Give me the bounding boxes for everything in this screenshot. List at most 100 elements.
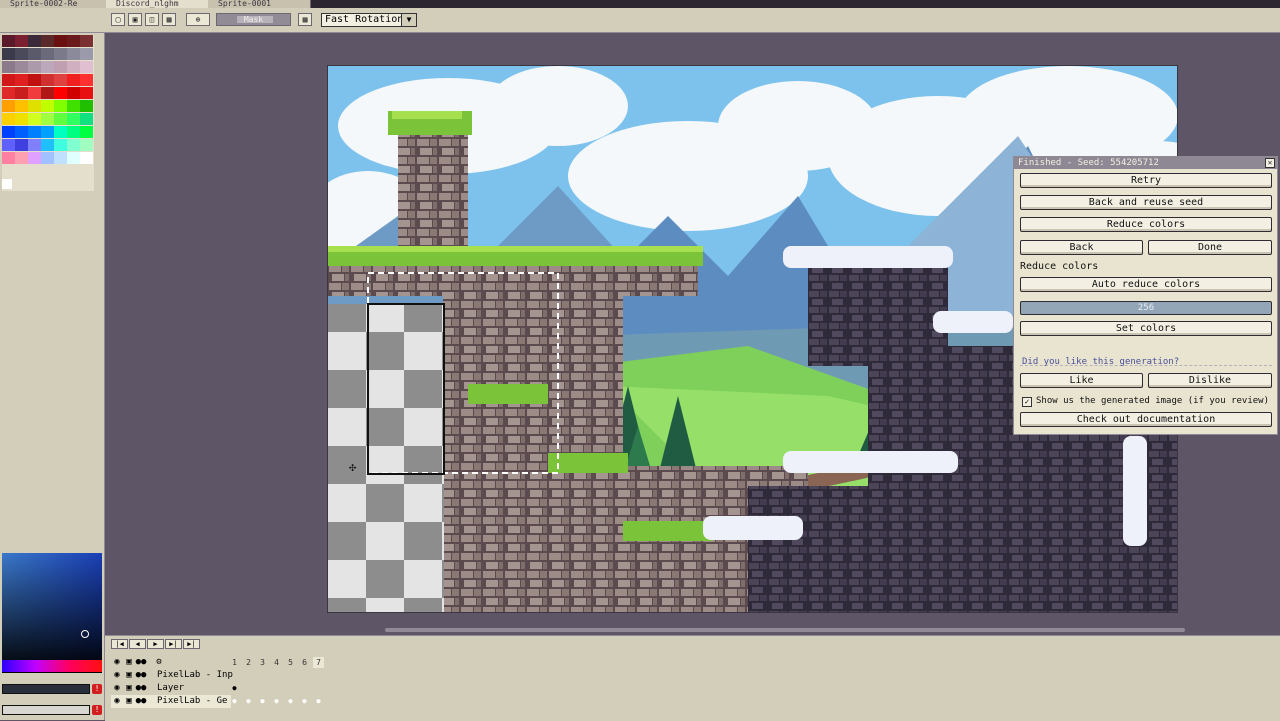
select-subtract-icon[interactable]: ◫ <box>145 13 159 26</box>
layer-settings-icon[interactable]: ⚙ <box>153 656 165 669</box>
palette-swatch[interactable] <box>15 74 28 86</box>
dislike-button[interactable]: Dislike <box>1148 373 1272 388</box>
palette-swatch[interactable] <box>2 61 15 73</box>
grid-icon[interactable]: ▦ <box>298 13 312 26</box>
horizontal-scrollbar[interactable] <box>385 628 1185 632</box>
eye-icon[interactable]: ◉ <box>111 669 123 682</box>
palette-swatch[interactable] <box>15 152 28 164</box>
eye-icon[interactable]: ◉ <box>111 695 123 708</box>
done-button[interactable]: Done <box>1148 240 1272 255</box>
frame-number[interactable]: 3 <box>257 657 268 668</box>
layer-row[interactable]: ◉ ▣ ●● PixelLab - Inp <box>111 669 331 682</box>
palette-swatch[interactable] <box>80 48 93 60</box>
first-frame-icon[interactable]: |◀ <box>111 639 128 649</box>
retry-button[interactable]: Retry <box>1020 173 1272 188</box>
select-add-icon[interactable]: ▣ <box>128 13 142 26</box>
layer-row[interactable]: ◉ ▣ ●● Layer <box>111 682 331 695</box>
documentation-button[interactable]: Check out documentation <box>1020 412 1272 427</box>
fg-color-swatch[interactable] <box>2 179 12 189</box>
link-icon[interactable]: ●● <box>135 695 147 708</box>
palette-swatch[interactable] <box>54 48 67 60</box>
palette-swatch[interactable] <box>2 139 15 151</box>
palette-swatch[interactable] <box>41 35 54 47</box>
layer-name[interactable]: PixelLab - Ge <box>157 695 235 708</box>
cel-filled[interactable]: ● <box>229 696 240 707</box>
auto-reduce-colors-button[interactable]: Auto reduce colors <box>1020 277 1272 292</box>
lock-icon[interactable]: ▣ <box>123 669 135 682</box>
palette-swatch[interactable] <box>54 87 67 99</box>
tab-sprite-0001[interactable]: Sprite-0001 <box>208 0 311 8</box>
layer-name[interactable]: Layer <box>157 682 235 695</box>
palette-swatch[interactable] <box>67 87 80 99</box>
palette-swatch[interactable] <box>80 74 93 86</box>
color-picker-cursor[interactable] <box>81 630 89 638</box>
palette-swatch[interactable] <box>67 74 80 86</box>
tab-sprite-0002[interactable]: Sprite-0002-Re <box>0 0 115 8</box>
rotation-algorithm-select[interactable]: Fast Rotation ▼ <box>321 13 417 27</box>
hue-slider[interactable] <box>2 660 102 672</box>
palette-swatch[interactable] <box>28 152 41 164</box>
cel-filled[interactable]: ● <box>285 696 296 707</box>
frame-number[interactable]: 1 <box>229 657 240 668</box>
palette-swatch[interactable] <box>2 100 15 112</box>
palette-swatch[interactable] <box>41 152 54 164</box>
frame-number[interactable]: 6 <box>299 657 310 668</box>
palette-swatch[interactable] <box>15 126 28 138</box>
palette-swatch[interactable] <box>80 87 93 99</box>
cel-filled[interactable]: ● <box>299 696 310 707</box>
alpha-slider[interactable] <box>2 705 90 715</box>
palette-swatch[interactable] <box>15 113 28 125</box>
palette-swatch[interactable] <box>80 113 93 125</box>
link-icon[interactable]: ●● <box>135 656 147 669</box>
frame-number[interactable]: 2 <box>243 657 254 668</box>
reduce-colors-button[interactable]: Reduce colors <box>1020 217 1272 232</box>
opacity-slider[interactable]: Mask <box>216 13 291 26</box>
color-count-slider[interactable]: 256 <box>1020 301 1272 315</box>
palette-swatch[interactable] <box>2 35 15 47</box>
last-frame-icon[interactable]: ▶| <box>183 639 200 649</box>
palette-swatch[interactable] <box>54 100 67 112</box>
lock-icon[interactable]: ▣ <box>123 682 135 695</box>
frame-number[interactable]: 5 <box>285 657 296 668</box>
palette-swatch[interactable] <box>54 126 67 138</box>
palette-swatch[interactable] <box>67 139 80 151</box>
palette-swatch[interactable] <box>54 35 67 47</box>
pivot-icon[interactable]: ⊕ <box>186 13 210 26</box>
palette-swatch[interactable] <box>28 48 41 60</box>
eye-icon[interactable]: ◉ <box>111 656 123 669</box>
palette-swatch[interactable] <box>54 113 67 125</box>
eye-icon[interactable]: ◉ <box>111 682 123 695</box>
palette-swatch[interactable] <box>67 61 80 73</box>
lock-icon[interactable]: ▣ <box>123 695 135 708</box>
channel-slider[interactable] <box>2 684 90 694</box>
palette-swatch[interactable] <box>2 87 15 99</box>
close-icon[interactable]: ✕ <box>1265 158 1275 168</box>
palette-swatch[interactable] <box>67 48 80 60</box>
palette-swatch[interactable] <box>41 87 54 99</box>
palette-swatch[interactable] <box>80 152 93 164</box>
link-icon[interactable]: ●● <box>135 682 147 695</box>
palette-swatch[interactable] <box>2 152 15 164</box>
play-icon[interactable]: ▶ <box>147 639 164 649</box>
palette-swatch[interactable] <box>67 35 80 47</box>
palette-swatch[interactable] <box>15 35 28 47</box>
cel-filled[interactable]: ● <box>271 696 282 707</box>
select-replace-icon[interactable]: ▢ <box>111 13 125 26</box>
palette-swatch[interactable] <box>67 152 80 164</box>
palette-swatch[interactable] <box>28 113 41 125</box>
palette-swatch[interactable] <box>80 126 93 138</box>
frame-number[interactable]: 7 <box>313 657 324 668</box>
back-button[interactable]: Back <box>1020 240 1143 255</box>
palette-swatch[interactable] <box>80 35 93 47</box>
palette-swatch[interactable] <box>54 61 67 73</box>
cel-filled[interactable]: ● <box>313 696 324 707</box>
link-icon[interactable]: ●● <box>135 669 147 682</box>
panel-title-bar[interactable]: Finished - Seed: 554205712 ✕ <box>1014 157 1277 169</box>
cel-filled[interactable]: ● <box>229 683 240 694</box>
palette-swatch[interactable] <box>41 126 54 138</box>
layer-name[interactable]: PixelLab - Inp <box>157 669 235 682</box>
palette-swatch[interactable] <box>41 113 54 125</box>
prev-frame-icon[interactable]: ◀ <box>129 639 146 649</box>
palette-swatch[interactable] <box>41 61 54 73</box>
layer-row-selected[interactable]: ◉ ▣ ●● PixelLab - Ge <box>111 695 231 708</box>
